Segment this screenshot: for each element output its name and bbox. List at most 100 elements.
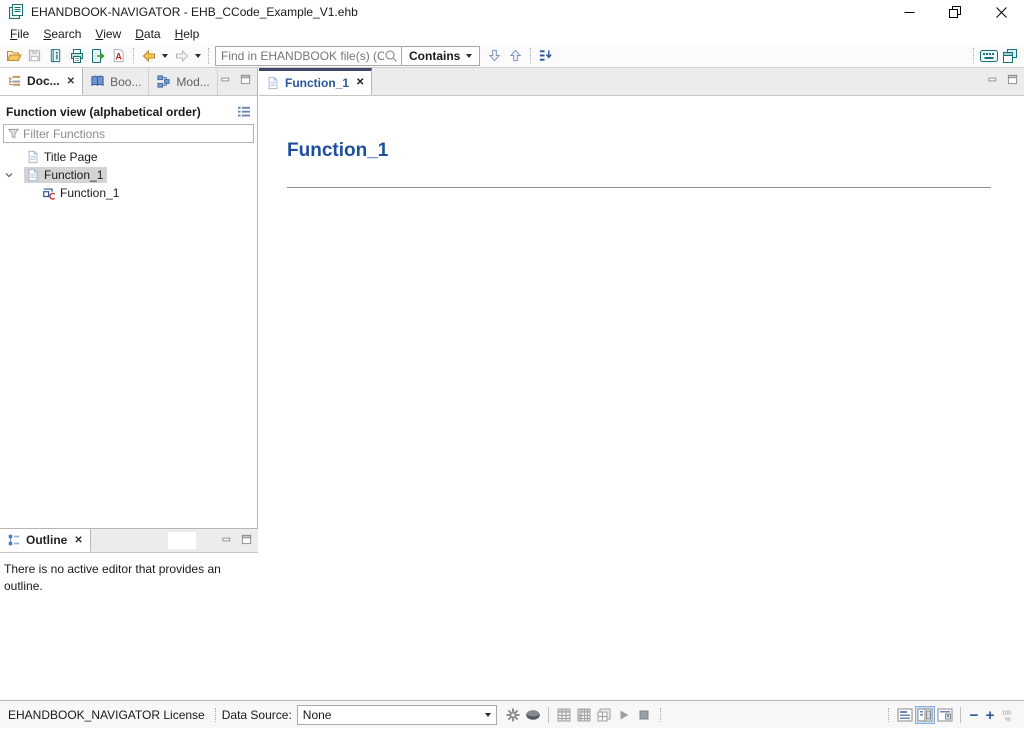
- data-source-label: Data Source:: [222, 708, 292, 722]
- minimize-pane-icon[interactable]: [220, 74, 231, 85]
- data-visibility-button[interactable]: [523, 705, 543, 725]
- tab-outline[interactable]: Outline ✕: [0, 529, 91, 552]
- statusbar-separator: [215, 708, 216, 722]
- minimize-pane-icon[interactable]: [221, 534, 232, 545]
- maximize-pane-icon[interactable]: [241, 534, 252, 545]
- menu-view[interactable]: View: [88, 25, 128, 43]
- page-icon: [26, 168, 40, 182]
- statusbar-separator: [548, 707, 549, 723]
- gear-icon: [506, 708, 520, 722]
- settings-button[interactable]: [503, 705, 523, 725]
- tab-model-view[interactable]: Mod...: [149, 68, 217, 95]
- toolbar-separator: [208, 48, 209, 64]
- main-toolbar: A Contains: [0, 44, 1024, 68]
- start-button[interactable]: [614, 705, 634, 725]
- filter-funnel-icon: [8, 128, 19, 139]
- outline-icon: [7, 533, 21, 547]
- page-icon: [26, 150, 40, 164]
- arrow-down-icon: [487, 48, 502, 63]
- perspective-button[interactable]: [999, 45, 1020, 66]
- back-history-dropdown[interactable]: [159, 45, 171, 66]
- forward-history-dropdown[interactable]: [192, 45, 204, 66]
- toolbar-right-group: [969, 45, 1024, 66]
- menu-search[interactable]: Search: [36, 25, 88, 43]
- open-file-button[interactable]: [3, 45, 24, 66]
- close-icon[interactable]: ✕: [74, 535, 82, 546]
- curve-table-button[interactable]: [594, 705, 614, 725]
- outline-pane-controls: [221, 534, 252, 545]
- minimize-window-icon[interactable]: [886, 0, 932, 24]
- open-folder-icon: [6, 48, 22, 64]
- page-icon: [266, 76, 280, 90]
- chevron-down-icon: [485, 713, 491, 717]
- license-label: EHANDBOOK_NAVIGATOR License: [8, 708, 205, 722]
- single-page-view-button[interactable]: [895, 706, 915, 724]
- tree-item-function-1[interactable]: Function_1: [0, 166, 257, 184]
- pdf-export-button[interactable]: A: [108, 45, 129, 66]
- page-title: Function_1: [287, 140, 388, 162]
- workbench: Doc... ✕ Boo... Mod...: [0, 68, 1024, 700]
- tab-document-view[interactable]: Doc... ✕: [0, 68, 83, 95]
- find-previous-button[interactable]: [505, 45, 526, 66]
- function-view: Function view (alphabetical order): [0, 105, 257, 202]
- zoom-out-button[interactable]: −: [966, 705, 982, 725]
- view-menu-icon[interactable]: [237, 106, 251, 118]
- book-icon: [48, 48, 63, 63]
- data-source-value: None: [303, 708, 332, 722]
- editor-pane-controls: [987, 74, 1018, 85]
- outline-tab-bar: Outline ✕: [0, 529, 258, 553]
- thumbnail-view-button[interactable]: [935, 706, 955, 724]
- document-tree-icon: [7, 74, 22, 89]
- close-icon[interactable]: ✕: [356, 77, 364, 88]
- arrow-up-icon: [508, 48, 523, 63]
- expand-collapse-button[interactable]: [535, 45, 556, 66]
- stop-button[interactable]: [634, 705, 654, 725]
- tree-item-label: Function_1: [44, 168, 103, 182]
- app-icon: [8, 4, 24, 20]
- export-icon: [90, 48, 106, 64]
- model-view-icon: [156, 74, 171, 89]
- zoom-in-button[interactable]: +: [982, 705, 998, 725]
- contains-dropdown[interactable]: Contains: [402, 46, 480, 66]
- minimize-pane-icon[interactable]: [987, 74, 998, 85]
- tree-item-function-1-model[interactable]: Function_1: [0, 184, 257, 202]
- menu-data[interactable]: Data: [128, 25, 167, 43]
- filter-functions-input[interactable]: [23, 127, 249, 141]
- restore-window-icon[interactable]: [932, 0, 978, 24]
- back-arrow-icon: [141, 48, 157, 64]
- chevron-down-icon: [162, 54, 168, 58]
- window-title: EHANDBOOK-NAVIGATOR - EHB_CCode_Example_…: [31, 5, 358, 19]
- heading-rule: [287, 187, 991, 188]
- find-next-button[interactable]: [484, 45, 505, 66]
- chevron-down-icon: [195, 54, 201, 58]
- maximize-pane-icon[interactable]: [1007, 74, 1018, 85]
- value-table-icon: [557, 708, 571, 722]
- export-button[interactable]: [87, 45, 108, 66]
- close-icon[interactable]: ✕: [67, 76, 75, 87]
- toolbar-separator: [133, 48, 134, 64]
- play-icon: [618, 709, 630, 721]
- map-table-button[interactable]: [574, 705, 594, 725]
- open-book-button[interactable]: [45, 45, 66, 66]
- close-window-icon[interactable]: [978, 0, 1024, 24]
- tree-item-title-page[interactable]: Title Page: [0, 148, 257, 166]
- split-view-button[interactable]: [915, 706, 935, 724]
- back-button[interactable]: [138, 45, 159, 66]
- single-page-view-icon: [897, 708, 913, 722]
- maximize-pane-icon[interactable]: [240, 74, 251, 85]
- zoom-level-button[interactable]: 100 %: [998, 705, 1018, 725]
- printer-icon: [69, 48, 85, 64]
- chevron-down-icon[interactable]: [4, 170, 16, 182]
- data-source-select[interactable]: None: [297, 705, 497, 725]
- print-button[interactable]: [66, 45, 87, 66]
- find-input[interactable]: [221, 49, 384, 63]
- menu-help[interactable]: Help: [168, 25, 207, 43]
- keyboard-shortcuts-button[interactable]: [978, 45, 999, 66]
- forward-button[interactable]: [171, 45, 192, 66]
- pdf-icon: A: [111, 48, 126, 63]
- save-button[interactable]: [24, 45, 45, 66]
- value-table-button[interactable]: [554, 705, 574, 725]
- tab-function-1-editor[interactable]: Function_1 ✕: [259, 68, 372, 95]
- menu-file[interactable]: File: [3, 25, 36, 43]
- tab-book-view[interactable]: Boo...: [83, 68, 149, 95]
